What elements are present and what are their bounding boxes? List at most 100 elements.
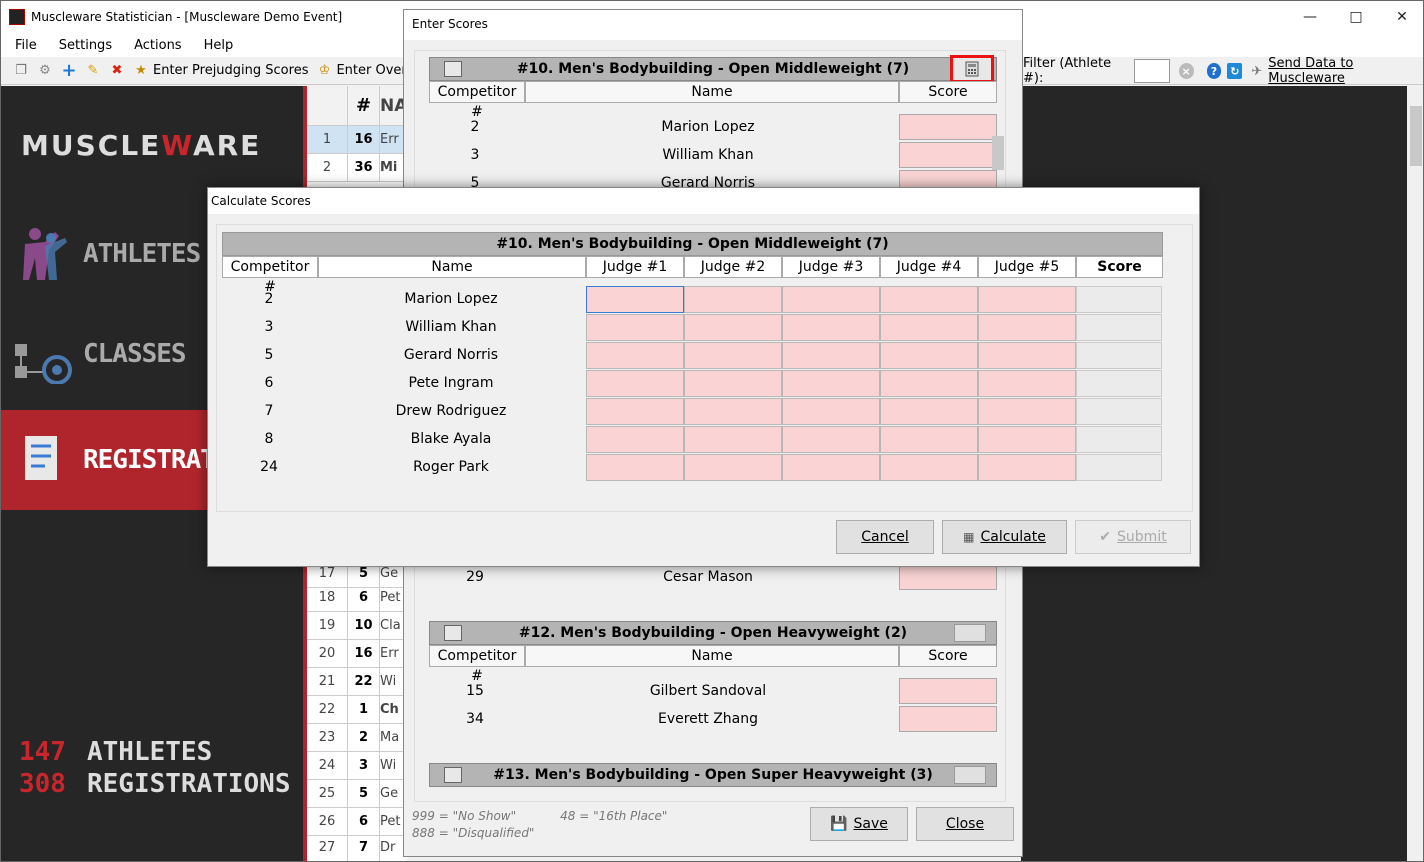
col-score: Score <box>1076 256 1163 278</box>
sidebar-label-athletes: ATHLETES <box>83 239 201 269</box>
table-row[interactable]: 24 3 Wi <box>307 752 407 780</box>
judge-5-input[interactable] <box>978 453 1076 481</box>
table-row[interactable]: 27 7 Dr <box>307 834 407 861</box>
score-output <box>1076 397 1162 425</box>
judge-5-input[interactable] <box>978 425 1076 453</box>
judge-1-input[interactable] <box>586 285 684 313</box>
judge-2-input[interactable] <box>684 313 782 341</box>
group-title: #13. Men's Bodybuilding - Open Super Hea… <box>493 767 933 783</box>
col-judge-2: Judge #2 <box>684 256 782 278</box>
col-judge-3: Judge #3 <box>782 256 880 278</box>
menu-help[interactable]: Help <box>190 38 242 53</box>
col-competitor: Competitor # <box>429 645 525 684</box>
help-icon[interactable]: ? <box>1206 63 1222 79</box>
judge-2-input[interactable] <box>684 285 782 313</box>
judge-3-input[interactable] <box>782 397 880 425</box>
group-header-12: #12. Men's Bodybuilding - Open Heavyweig… <box>429 621 997 645</box>
judge-5-input[interactable] <box>978 313 1076 341</box>
judge-5-input[interactable] <box>978 369 1076 397</box>
judge-2-input[interactable] <box>684 341 782 369</box>
list-item: 15 Gilbert Sandoval <box>429 677 997 705</box>
close-button[interactable]: Close <box>916 807 1014 841</box>
maximize-button[interactable]: □ <box>1333 1 1379 33</box>
judge-4-input[interactable] <box>880 285 978 313</box>
score-input[interactable] <box>899 678 997 704</box>
table-row[interactable]: 26 6 Pet <box>307 808 407 836</box>
table-row[interactable]: 2 36 Mi <box>307 154 407 182</box>
judge-2-input[interactable] <box>684 425 782 453</box>
cancel-button[interactable]: Cancel <box>836 520 934 554</box>
calc-columns: Competitor # Name Judge #1 Judge #2 Judg… <box>222 256 1163 295</box>
table-row[interactable]: 19 10 Cla <box>307 612 407 640</box>
menu-settings[interactable]: Settings <box>45 38 120 53</box>
judge-3-input[interactable] <box>782 313 880 341</box>
menu-file[interactable]: File <box>1 38 45 53</box>
judge-1-input[interactable] <box>586 425 684 453</box>
print-icon[interactable] <box>444 767 462 783</box>
calculate-button[interactable]: ▦ Calculate <box>942 520 1067 554</box>
table-row[interactable]: 21 22 Wi <box>307 668 407 696</box>
refresh-icon[interactable]: ↻ <box>1227 63 1243 79</box>
judge-3-input[interactable] <box>782 369 880 397</box>
menu-actions[interactable]: Actions <box>120 38 190 53</box>
col-name: Name <box>525 81 899 103</box>
score-input[interactable] <box>899 142 997 168</box>
table-row[interactable]: 20 16 Err <box>307 640 407 668</box>
gear-icon[interactable]: ⚙ <box>37 63 53 79</box>
judge-1-input[interactable] <box>586 397 684 425</box>
table-row[interactable]: 23 2 Ma <box>307 724 407 752</box>
add-icon[interactable]: + <box>61 60 77 81</box>
athletes-icon <box>23 228 67 280</box>
judge-2-input[interactable] <box>684 453 782 481</box>
group-title: #10. Men's Bodybuilding - Open Middlewei… <box>516 61 910 77</box>
filter-input[interactable] <box>1134 59 1170 83</box>
score-input[interactable] <box>899 706 997 732</box>
judge-5-input[interactable] <box>978 341 1076 369</box>
enter-prejudging-button[interactable]: Enter Prejudging Scores <box>153 63 308 78</box>
save-button[interactable]: 💾 Save <box>810 807 908 841</box>
send-data-button[interactable]: Send Data to Muscleware <box>1268 56 1423 86</box>
submit-button[interactable]: ✔ Submit <box>1075 520 1191 554</box>
registration-icon <box>25 436 57 480</box>
table-row: 3 William Khan <box>222 313 1163 341</box>
main-scrollbar[interactable] <box>1407 86 1423 861</box>
judge-3-input[interactable] <box>782 285 880 313</box>
delete-icon[interactable]: ✖ <box>109 63 125 79</box>
judge-4-input[interactable] <box>880 313 978 341</box>
calc-group-header: #10. Men's Bodybuilding - Open Middlewei… <box>222 232 1163 256</box>
judge-1-input[interactable] <box>586 341 684 369</box>
clear-filter-icon[interactable]: × <box>1178 63 1194 79</box>
table-row[interactable]: 1 16 Err <box>307 126 407 154</box>
judge-4-input[interactable] <box>880 425 978 453</box>
calculator-button[interactable] <box>954 766 986 784</box>
judge-1-input[interactable] <box>586 369 684 397</box>
judge-3-input[interactable] <box>782 341 880 369</box>
calculator-button[interactable] <box>954 624 986 642</box>
judge-5-input[interactable] <box>978 397 1076 425</box>
judge-4-input[interactable] <box>880 341 978 369</box>
judge-3-input[interactable] <box>782 425 880 453</box>
judge-1-input[interactable] <box>586 313 684 341</box>
judge-2-input[interactable] <box>684 369 782 397</box>
calculator-button[interactable] <box>950 55 994 83</box>
col-judge-4: Judge #4 <box>880 256 978 278</box>
table-row[interactable]: 25 5 Ge <box>307 780 407 808</box>
minimize-button[interactable]: — <box>1287 1 1333 33</box>
score-input[interactable] <box>899 564 997 590</box>
judge-2-input[interactable] <box>684 397 782 425</box>
edit-icon[interactable]: ✎ <box>85 63 101 79</box>
judge-1-input[interactable] <box>586 453 684 481</box>
judge-4-input[interactable] <box>880 369 978 397</box>
copy-icon[interactable]: ❐ <box>13 63 29 79</box>
score-input[interactable] <box>899 114 997 140</box>
table-row[interactable]: 22 1 Ch <box>307 696 407 724</box>
print-icon[interactable] <box>444 625 462 641</box>
table-row: 5 Gerard Norris <box>222 341 1163 369</box>
judge-4-input[interactable] <box>880 397 978 425</box>
judge-4-input[interactable] <box>880 453 978 481</box>
table-row[interactable]: 18 6 Pet <box>307 584 407 612</box>
judge-3-input[interactable] <box>782 453 880 481</box>
judge-5-input[interactable] <box>978 285 1076 313</box>
print-icon[interactable] <box>444 61 462 77</box>
close-window-button[interactable]: ✕ <box>1379 1 1423 33</box>
